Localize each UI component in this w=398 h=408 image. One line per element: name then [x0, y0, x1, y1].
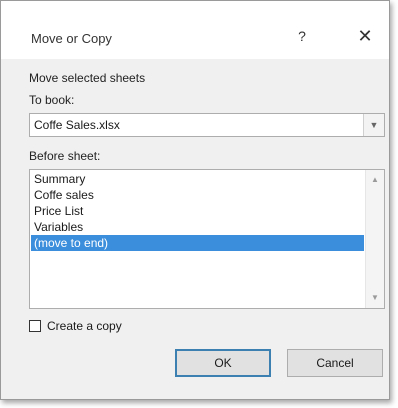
create-copy-label[interactable]: Create a copy: [47, 319, 122, 333]
list-item[interactable]: Coffe sales: [31, 187, 364, 203]
list-item[interactable]: Variables: [31, 219, 364, 235]
close-icon[interactable]: ✕: [353, 24, 377, 48]
list-item[interactable]: Price List: [31, 203, 364, 219]
list-item[interactable]: Summary: [31, 171, 364, 187]
title-bar: Move or Copy ? ✕: [1, 1, 389, 59]
scroll-up-icon[interactable]: ▲: [366, 172, 384, 188]
create-copy-checkbox[interactable]: [29, 320, 41, 332]
help-icon[interactable]: ?: [291, 25, 313, 47]
dialog-title: Move or Copy: [31, 31, 112, 46]
list-item-move-to-end[interactable]: (move to end): [31, 235, 364, 251]
cancel-button[interactable]: Cancel: [287, 349, 383, 377]
before-sheet-label: Before sheet:: [29, 149, 101, 163]
to-book-dropdown[interactable]: Coffe Sales.xlsx ▼: [29, 113, 385, 137]
ok-button[interactable]: OK: [175, 349, 271, 377]
to-book-value: Coffe Sales.xlsx: [34, 118, 120, 132]
move-selected-sheets-label: Move selected sheets: [29, 71, 146, 85]
to-book-label: To book:: [29, 93, 75, 107]
before-sheet-listbox[interactable]: Summary Coffe sales Price List Variables…: [29, 169, 385, 309]
chevron-down-icon[interactable]: ▼: [363, 114, 384, 136]
move-or-copy-dialog: Move or Copy ? ✕ Move selected sheets To…: [0, 0, 390, 400]
scroll-down-icon[interactable]: ▼: [366, 290, 384, 306]
listbox-scrollbar[interactable]: ▲ ▼: [365, 170, 384, 308]
